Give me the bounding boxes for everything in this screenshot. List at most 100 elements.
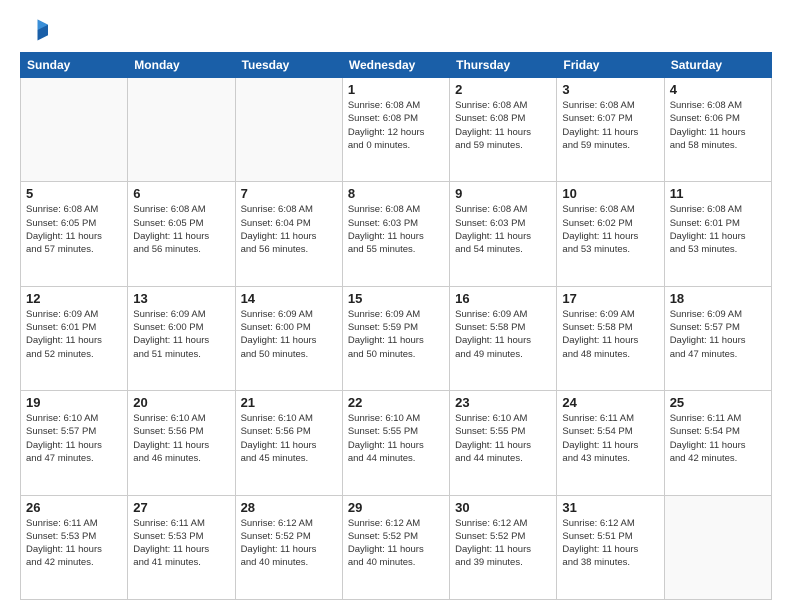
calendar-cell: 6 Sunrise: 6:08 AM Sunset: 6:05 PM Daylig… bbox=[128, 182, 235, 286]
day-number: 12 bbox=[26, 291, 122, 306]
calendar-cell: 15Sunrise: 6:09 AM Sunset: 5:59 PM Dayli… bbox=[342, 286, 449, 390]
day-info: Sunrise: 6:08 AM Sunset: 6:08 PM Dayligh… bbox=[348, 99, 444, 152]
weekday-header-saturday: Saturday bbox=[664, 53, 771, 78]
calendar-cell: 13 Sunrise: 6:09 AM Sunset: 6:00 PM Dayli… bbox=[128, 286, 235, 390]
week-row-3: 19 Sunrise: 6:10 AM Sunset: 5:57 PM Dayli… bbox=[21, 391, 772, 495]
calendar-cell: 8 Sunrise: 6:08 AM Sunset: 6:03 PM Daylig… bbox=[342, 182, 449, 286]
calendar-cell: 22 Sunrise: 6:10 AM Sunset: 5:55 PM Dayli… bbox=[342, 391, 449, 495]
day-number: 9 bbox=[455, 186, 551, 201]
weekday-header-row: SundayMondayTuesdayWednesdayThursdayFrid… bbox=[21, 53, 772, 78]
logo bbox=[20, 16, 52, 44]
day-info: Sunrise: 6:11 AM Sunset: 5:54 PM Dayligh… bbox=[670, 412, 766, 465]
day-info: Sunrise: 6:09 AM Sunset: 5:58 PM Dayligh… bbox=[562, 308, 658, 361]
header bbox=[20, 16, 772, 44]
day-number: 3 bbox=[562, 82, 658, 97]
day-number: 13 bbox=[133, 291, 229, 306]
calendar-cell: 2Sunrise: 6:08 AM Sunset: 6:08 PM Daylig… bbox=[450, 78, 557, 182]
day-info: Sunrise: 6:08 AM Sunset: 6:03 PM Dayligh… bbox=[455, 203, 551, 256]
day-number: 27 bbox=[133, 500, 229, 515]
day-info: Sunrise: 6:12 AM Sunset: 5:52 PM Dayligh… bbox=[348, 517, 444, 570]
calendar-cell: 20Sunrise: 6:10 AM Sunset: 5:56 PM Dayli… bbox=[128, 391, 235, 495]
weekday-header-friday: Friday bbox=[557, 53, 664, 78]
day-info: Sunrise: 6:08 AM Sunset: 6:01 PM Dayligh… bbox=[670, 203, 766, 256]
day-number: 5 bbox=[26, 186, 122, 201]
day-number: 11 bbox=[670, 186, 766, 201]
logo-icon bbox=[20, 16, 48, 44]
day-number: 18 bbox=[670, 291, 766, 306]
calendar-cell: 18 Sunrise: 6:09 AM Sunset: 5:57 PM Dayli… bbox=[664, 286, 771, 390]
weekday-header-monday: Monday bbox=[128, 53, 235, 78]
day-number: 19 bbox=[26, 395, 122, 410]
calendar-cell: 9 Sunrise: 6:08 AM Sunset: 6:03 PM Daylig… bbox=[450, 182, 557, 286]
day-number: 4 bbox=[670, 82, 766, 97]
calendar-cell bbox=[664, 495, 771, 599]
calendar-cell: 26 Sunrise: 6:11 AM Sunset: 5:53 PM Dayli… bbox=[21, 495, 128, 599]
day-info: Sunrise: 6:12 AM Sunset: 5:51 PM Dayligh… bbox=[562, 517, 658, 570]
day-number: 25 bbox=[670, 395, 766, 410]
calendar-cell: 25 Sunrise: 6:11 AM Sunset: 5:54 PM Dayli… bbox=[664, 391, 771, 495]
calendar-cell: 5 Sunrise: 6:08 AM Sunset: 6:05 PM Daylig… bbox=[21, 182, 128, 286]
day-info: Sunrise: 6:09 AM Sunset: 5:58 PM Dayligh… bbox=[455, 308, 551, 361]
day-info: Sunrise: 6:10 AM Sunset: 5:56 PM Dayligh… bbox=[133, 412, 229, 465]
day-number: 29 bbox=[348, 500, 444, 515]
calendar-cell: 27 Sunrise: 6:11 AM Sunset: 5:53 PM Dayli… bbox=[128, 495, 235, 599]
day-info: Sunrise: 6:12 AM Sunset: 5:52 PM Dayligh… bbox=[241, 517, 337, 570]
week-row-2: 12Sunrise: 6:09 AM Sunset: 6:01 PM Dayli… bbox=[21, 286, 772, 390]
day-number: 17 bbox=[562, 291, 658, 306]
calendar-cell: 24Sunrise: 6:11 AM Sunset: 5:54 PM Dayli… bbox=[557, 391, 664, 495]
day-number: 8 bbox=[348, 186, 444, 201]
calendar-cell: 23 Sunrise: 6:10 AM Sunset: 5:55 PM Dayli… bbox=[450, 391, 557, 495]
calendar-cell: 14 Sunrise: 6:09 AM Sunset: 6:00 PM Dayli… bbox=[235, 286, 342, 390]
day-number: 23 bbox=[455, 395, 551, 410]
day-info: Sunrise: 6:10 AM Sunset: 5:55 PM Dayligh… bbox=[348, 412, 444, 465]
calendar-cell bbox=[21, 78, 128, 182]
day-info: Sunrise: 6:10 AM Sunset: 5:56 PM Dayligh… bbox=[241, 412, 337, 465]
calendar-cell bbox=[235, 78, 342, 182]
page: SundayMondayTuesdayWednesdayThursdayFrid… bbox=[0, 0, 792, 612]
calendar-cell: 29 Sunrise: 6:12 AM Sunset: 5:52 PM Dayli… bbox=[342, 495, 449, 599]
weekday-header-tuesday: Tuesday bbox=[235, 53, 342, 78]
calendar-cell: 1 Sunrise: 6:08 AM Sunset: 6:08 PM Daylig… bbox=[342, 78, 449, 182]
day-number: 22 bbox=[348, 395, 444, 410]
day-number: 15 bbox=[348, 291, 444, 306]
day-number: 30 bbox=[455, 500, 551, 515]
calendar-cell: 11 Sunrise: 6:08 AM Sunset: 6:01 PM Dayli… bbox=[664, 182, 771, 286]
day-info: Sunrise: 6:08 AM Sunset: 6:03 PM Dayligh… bbox=[348, 203, 444, 256]
day-number: 14 bbox=[241, 291, 337, 306]
week-row-1: 5 Sunrise: 6:08 AM Sunset: 6:05 PM Daylig… bbox=[21, 182, 772, 286]
day-info: Sunrise: 6:09 AM Sunset: 6:00 PM Dayligh… bbox=[133, 308, 229, 361]
day-info: Sunrise: 6:11 AM Sunset: 5:53 PM Dayligh… bbox=[26, 517, 122, 570]
day-info: Sunrise: 6:08 AM Sunset: 6:05 PM Dayligh… bbox=[26, 203, 122, 256]
weekday-header-sunday: Sunday bbox=[21, 53, 128, 78]
calendar-cell: 17 Sunrise: 6:09 AM Sunset: 5:58 PM Dayli… bbox=[557, 286, 664, 390]
day-number: 10 bbox=[562, 186, 658, 201]
day-info: Sunrise: 6:10 AM Sunset: 5:55 PM Dayligh… bbox=[455, 412, 551, 465]
day-info: Sunrise: 6:09 AM Sunset: 5:57 PM Dayligh… bbox=[670, 308, 766, 361]
day-number: 28 bbox=[241, 500, 337, 515]
day-info: Sunrise: 6:10 AM Sunset: 5:57 PM Dayligh… bbox=[26, 412, 122, 465]
calendar-table: SundayMondayTuesdayWednesdayThursdayFrid… bbox=[20, 52, 772, 600]
calendar-cell: 4 Sunrise: 6:08 AM Sunset: 6:06 PM Daylig… bbox=[664, 78, 771, 182]
day-number: 6 bbox=[133, 186, 229, 201]
day-info: Sunrise: 6:08 AM Sunset: 6:04 PM Dayligh… bbox=[241, 203, 337, 256]
calendar-cell: 30 Sunrise: 6:12 AM Sunset: 5:52 PM Dayli… bbox=[450, 495, 557, 599]
day-info: Sunrise: 6:08 AM Sunset: 6:07 PM Dayligh… bbox=[562, 99, 658, 152]
day-info: Sunrise: 6:08 AM Sunset: 6:08 PM Dayligh… bbox=[455, 99, 551, 152]
day-info: Sunrise: 6:11 AM Sunset: 5:53 PM Dayligh… bbox=[133, 517, 229, 570]
calendar-cell: 7 Sunrise: 6:08 AM Sunset: 6:04 PM Daylig… bbox=[235, 182, 342, 286]
calendar-cell: 19 Sunrise: 6:10 AM Sunset: 5:57 PM Dayli… bbox=[21, 391, 128, 495]
day-number: 7 bbox=[241, 186, 337, 201]
calendar-cell: 21Sunrise: 6:10 AM Sunset: 5:56 PM Dayli… bbox=[235, 391, 342, 495]
calendar-cell bbox=[128, 78, 235, 182]
day-info: Sunrise: 6:08 AM Sunset: 6:02 PM Dayligh… bbox=[562, 203, 658, 256]
calendar-cell: 16Sunrise: 6:09 AM Sunset: 5:58 PM Dayli… bbox=[450, 286, 557, 390]
week-row-0: 1 Sunrise: 6:08 AM Sunset: 6:08 PM Daylig… bbox=[21, 78, 772, 182]
day-info: Sunrise: 6:09 AM Sunset: 6:00 PM Dayligh… bbox=[241, 308, 337, 361]
day-number: 24 bbox=[562, 395, 658, 410]
calendar-cell: 10 Sunrise: 6:08 AM Sunset: 6:02 PM Dayli… bbox=[557, 182, 664, 286]
day-number: 26 bbox=[26, 500, 122, 515]
day-info: Sunrise: 6:12 AM Sunset: 5:52 PM Dayligh… bbox=[455, 517, 551, 570]
day-number: 1 bbox=[348, 82, 444, 97]
day-info: Sunrise: 6:08 AM Sunset: 6:06 PM Dayligh… bbox=[670, 99, 766, 152]
day-info: Sunrise: 6:08 AM Sunset: 6:05 PM Dayligh… bbox=[133, 203, 229, 256]
